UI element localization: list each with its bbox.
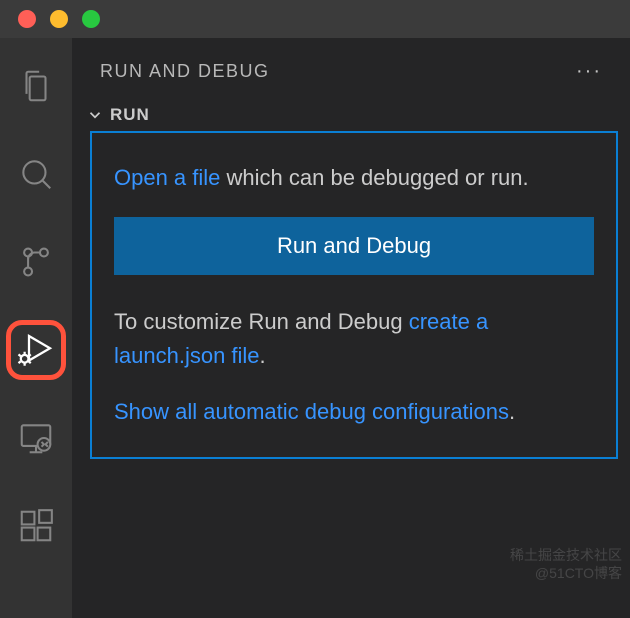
search-icon[interactable]: [6, 144, 66, 204]
run-debug-sidebar: RUN AND DEBUG ··· RUN Open a file which …: [72, 38, 630, 618]
run-and-debug-button[interactable]: Run and Debug: [114, 217, 594, 275]
run-section-header[interactable]: RUN: [72, 101, 630, 131]
window-zoom[interactable]: [82, 10, 100, 28]
titlebar: [0, 0, 630, 38]
watermark: 稀土掘金技术社区 @51CTO博客: [510, 546, 622, 582]
extensions-icon[interactable]: [6, 496, 66, 556]
source-control-icon[interactable]: [6, 232, 66, 292]
remote-explorer-icon[interactable]: [6, 408, 66, 468]
chevron-down-icon: [86, 106, 104, 124]
window-minimize[interactable]: [50, 10, 68, 28]
open-file-text: Open a file which can be debugged or run…: [114, 161, 594, 195]
sidebar-title: RUN AND DEBUG: [100, 61, 270, 82]
explorer-icon[interactable]: [6, 56, 66, 116]
run-panel: Open a file which can be debugged or run…: [90, 131, 618, 459]
open-file-link[interactable]: Open a file: [114, 165, 220, 190]
activitybar: [0, 38, 72, 618]
run-debug-icon[interactable]: [6, 320, 66, 380]
show-all-configs-link[interactable]: Show all automatic debug configurations: [114, 399, 509, 424]
window-close[interactable]: [18, 10, 36, 28]
run-section-label: RUN: [110, 105, 150, 125]
show-all-text: Show all automatic debug configurations.: [114, 395, 594, 429]
more-actions-button[interactable]: ···: [576, 60, 602, 83]
customize-text: To customize Run and Debug create a laun…: [114, 305, 594, 373]
